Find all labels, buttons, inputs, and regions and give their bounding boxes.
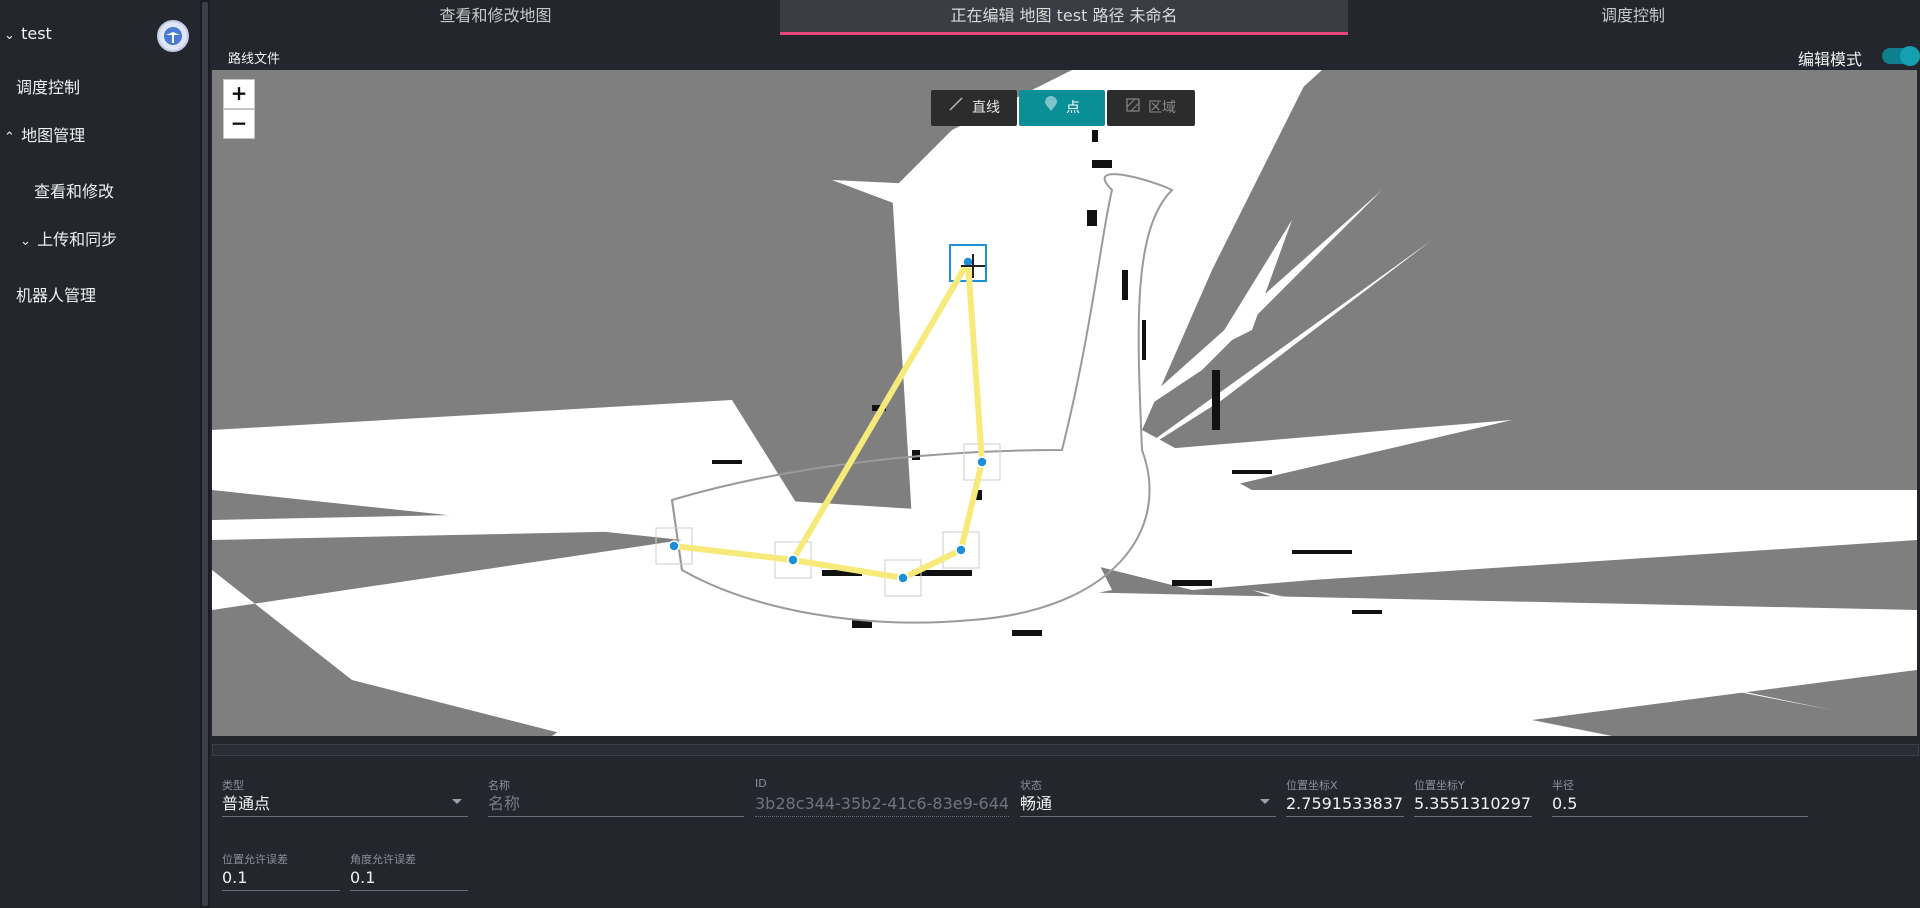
name-label: 名称 bbox=[488, 779, 510, 792]
chevron-down-icon: ⌄ bbox=[20, 234, 31, 249]
tab-editing-path[interactable]: 正在编辑 地图 test 路径 未命名 bbox=[780, 0, 1348, 35]
occupancy-map bbox=[212, 70, 1917, 736]
pos-x-input[interactable]: 2.75915338376 bbox=[1286, 792, 1404, 817]
dropdown-arrow-icon bbox=[1260, 799, 1270, 804]
zoom-out-button[interactable]: − bbox=[223, 109, 255, 139]
radius-field[interactable]: 半径 0.5 bbox=[1552, 777, 1808, 817]
map-canvas[interactable]: + − 直线 点 区域 bbox=[212, 70, 1917, 736]
toggle-knob bbox=[1900, 46, 1920, 66]
draw-point-label: 点 bbox=[1066, 100, 1080, 116]
sidebar-item-label: 调度控制 bbox=[16, 78, 81, 97]
project-name: test bbox=[21, 24, 52, 43]
draw-area-label: 区域 bbox=[1148, 100, 1176, 116]
tab-dispatch[interactable]: 调度控制 bbox=[1348, 0, 1918, 34]
sidebar-item-upload-sync[interactable]: ⌄ 上传和同步 bbox=[20, 226, 117, 250]
chevron-up-icon: ⌃ bbox=[4, 130, 15, 145]
area-icon bbox=[1126, 90, 1140, 126]
type-select[interactable]: 普通点 bbox=[222, 792, 468, 817]
id-input: 3b28c344-35b2-41c6-83e9-6449e bbox=[755, 792, 1009, 817]
draw-line-label: 直线 bbox=[972, 100, 1000, 116]
angle-tolerance-label: 角度允许误差 bbox=[350, 853, 416, 866]
pos-tolerance-field[interactable]: 位置允许误差 0.1 bbox=[222, 851, 340, 891]
sidebar-scrollbar[interactable] bbox=[200, 0, 210, 908]
sidebar-item-label: 查看和修改 bbox=[34, 182, 115, 201]
name-field[interactable]: 名称 名称 bbox=[488, 777, 744, 817]
pos-tolerance-label: 位置允许误差 bbox=[222, 853, 288, 866]
sidebar-item-dispatch[interactable]: 调度控制 bbox=[16, 74, 80, 98]
zoom-in-button[interactable]: + bbox=[223, 79, 255, 109]
type-label: 类型 bbox=[222, 779, 244, 792]
name-input[interactable]: 名称 bbox=[488, 792, 744, 817]
draw-line-button[interactable]: 直线 bbox=[931, 90, 1017, 126]
scrollbar-thumb[interactable] bbox=[202, 2, 208, 906]
path-point[interactable] bbox=[976, 456, 988, 468]
id-label: ID bbox=[755, 777, 767, 790]
sidebar: ⌄ test 调度控制 ⌃ 地图管理 查看和修改 ⌄ 上传和同步 机器人管理 bbox=[0, 0, 201, 908]
tab-view-edit-map[interactable]: 查看和修改地图 bbox=[211, 0, 780, 34]
pos-y-input[interactable]: 5.35513102978 bbox=[1414, 792, 1532, 817]
status-label: 状态 bbox=[1020, 779, 1042, 792]
id-field: ID 3b28c344-35b2-41c6-83e9-6449e bbox=[755, 777, 1009, 817]
pos-tolerance-input[interactable]: 0.1 bbox=[222, 866, 340, 891]
status-select[interactable]: 畅通 bbox=[1020, 792, 1276, 817]
sidebar-item-robot-management[interactable]: 机器人管理 bbox=[16, 282, 96, 306]
angle-tolerance-input[interactable]: 0.1 bbox=[350, 866, 468, 891]
sidebar-item-label: 机器人管理 bbox=[16, 286, 97, 305]
sidebar-item-label: 地图管理 bbox=[21, 126, 86, 145]
angle-tolerance-field[interactable]: 角度允许误差 0.1 bbox=[350, 851, 468, 891]
line-icon bbox=[948, 90, 964, 126]
edit-mode-label: 编辑模式 bbox=[1798, 50, 1863, 69]
edit-mode-toggle[interactable] bbox=[1882, 46, 1920, 66]
pos-y-label: 位置坐标Y bbox=[1414, 779, 1465, 792]
status-field[interactable]: 状态 畅通 bbox=[1020, 777, 1276, 817]
map-horizontal-scrollbar[interactable] bbox=[212, 744, 1919, 756]
draw-point-button[interactable]: 点 bbox=[1019, 90, 1105, 126]
sidebar-item-map-management[interactable]: ⌃ 地图管理 bbox=[4, 122, 85, 146]
chevron-down-icon: ⌄ bbox=[4, 28, 15, 43]
route-file-label[interactable]: 路线文件 bbox=[228, 48, 280, 67]
top-tabs: 查看和修改地图 正在编辑 地图 test 路径 未命名 调度控制 bbox=[211, 0, 1920, 36]
dropdown-arrow-icon bbox=[452, 799, 462, 804]
marker-icon bbox=[1044, 90, 1058, 126]
sidebar-item-label: 上传和同步 bbox=[37, 230, 118, 249]
type-field[interactable]: 类型 普通点 bbox=[222, 777, 468, 817]
path-point[interactable] bbox=[668, 540, 680, 552]
path-point[interactable] bbox=[787, 554, 799, 566]
project-selector[interactable]: ⌄ test bbox=[4, 24, 52, 43]
sidebar-item-view-edit[interactable]: 查看和修改 bbox=[34, 178, 114, 202]
pos-y-field[interactable]: 位置坐标Y 5.35513102978 bbox=[1414, 777, 1532, 817]
radius-input[interactable]: 0.5 bbox=[1552, 792, 1808, 817]
app-logo-icon bbox=[157, 20, 189, 52]
map-toolbar: 路线文件 编辑模式 bbox=[211, 36, 1920, 70]
pos-x-field[interactable]: 位置坐标X 2.75915338376 bbox=[1286, 777, 1404, 817]
radius-label: 半径 bbox=[1552, 779, 1574, 792]
path-point[interactable] bbox=[955, 544, 967, 556]
draw-area-button[interactable]: 区域 bbox=[1107, 90, 1195, 126]
path-point[interactable] bbox=[897, 572, 909, 584]
pos-x-label: 位置坐标X bbox=[1286, 779, 1338, 792]
